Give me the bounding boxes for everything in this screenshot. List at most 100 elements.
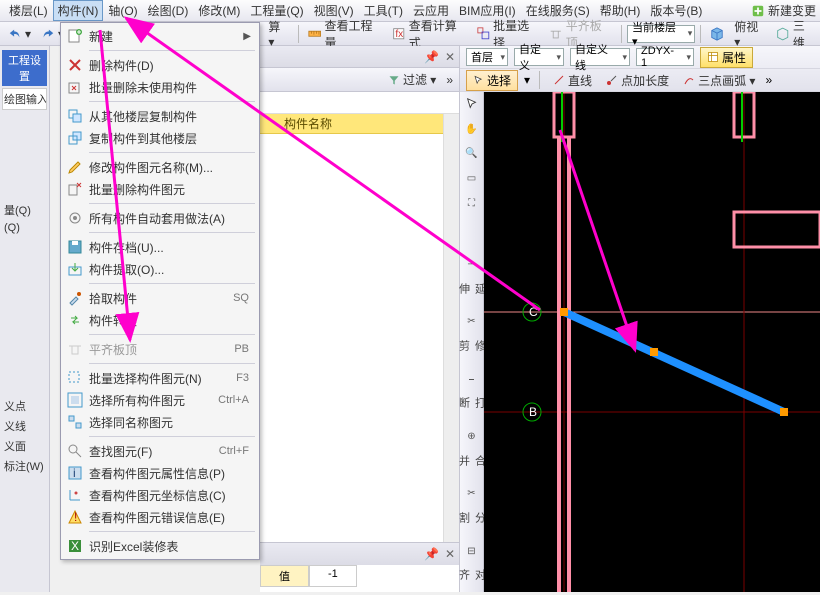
left-row-q1[interactable]: 量(Q) (2, 200, 47, 220)
panel-header: 📌 ✕ (260, 46, 459, 68)
svg-text:i: i (73, 466, 76, 480)
custom-dropdown[interactable]: 自定义 (514, 48, 564, 66)
component-list-panel: 📌 ✕ 过滤 ▾ » 构件名称 📌 ✕ 值 -1 (260, 46, 460, 592)
cm-batch-del-el[interactable]: 批量删除构件图元 (63, 178, 257, 200)
close-icon-2[interactable]: ✕ (445, 547, 455, 561)
select-multi-icon (477, 27, 490, 41)
vt-cursor[interactable] (463, 96, 481, 113)
toolbar2-more[interactable]: » (765, 73, 772, 87)
zdyx-dropdown[interactable]: ZDYX-1 (636, 48, 694, 66)
pin-icon-2[interactable]: 📌 (424, 547, 439, 561)
convert-icon (67, 312, 83, 328)
batch-delete-icon (67, 79, 83, 95)
cube-icon-btn[interactable] (706, 26, 728, 42)
vt-extend-label[interactable]: 延伸 (456, 283, 488, 304)
vt-align-label[interactable]: 对齐 (456, 569, 488, 590)
vt-break-label[interactable]: 打断 (456, 397, 488, 418)
drawing-canvas[interactable]: B C (484, 92, 820, 592)
line-tool-button[interactable]: 直线 (549, 71, 596, 90)
undo-button[interactable]: ▾ (4, 26, 35, 42)
info-icon: i (67, 465, 83, 481)
prop-tab-2[interactable]: -1 (309, 565, 357, 587)
menu-axis[interactable]: 轴(O) (103, 0, 142, 21)
svg-text:C: C (529, 305, 538, 319)
delete-icon (67, 57, 83, 73)
column-header-name[interactable]: 构件名称 (260, 114, 459, 134)
component-dropdown-menu: 新建▶ 删除构件(D) 批量删除未使用构件 从其他楼层复制构件 复制构件到其他楼… (60, 22, 260, 560)
select-tool-button[interactable]: 选择 (466, 70, 518, 91)
menu-version[interactable]: 版本号(B) (645, 0, 707, 21)
eyedropper-icon (67, 290, 83, 306)
left-row-annot[interactable]: 标注(W) (2, 456, 47, 476)
cm-save[interactable]: 构件存档(U)... (63, 236, 257, 258)
cm-level: 平齐板顶PB (63, 338, 257, 360)
cm-error[interactable]: !查看构件图元错误信息(E) (63, 506, 257, 528)
toolbar-extra[interactable]: » (446, 73, 453, 87)
vt-pan[interactable]: ✋ (463, 121, 481, 138)
cm-delete[interactable]: 删除构件(D) (63, 54, 257, 76)
excel-icon: X (67, 538, 83, 554)
left-panel: 工程设置 绘图输入 量(Q) (Q) 义点 义线 义面 标注(W) (0, 46, 50, 592)
cm-find[interactable]: 查找图元(F)Ctrl+F (63, 440, 257, 462)
menu-component[interactable]: 构件(N) (53, 0, 104, 21)
pin-icon[interactable]: 📌 (424, 50, 439, 64)
left-row-line[interactable]: 义线 (2, 416, 47, 436)
menu-modify[interactable]: 修改(M) (193, 0, 245, 21)
select-same-icon (67, 414, 83, 430)
extract-icon (67, 261, 83, 277)
customline-dropdown[interactable]: 自定义线 (570, 48, 630, 66)
vt-zoom[interactable]: 🔍 (463, 146, 481, 163)
cm-copy-to[interactable]: 复制构件到其他楼层 (63, 127, 257, 149)
cm-coord[interactable]: 查看构件图元坐标信息(C) (63, 484, 257, 506)
plus-icon (751, 4, 765, 18)
cm-batch-sel[interactable]: 批量选择构件图元(N)F3 (63, 367, 257, 389)
edit-icon (67, 159, 83, 175)
copy-down-icon (67, 108, 83, 124)
gear-icon (67, 210, 83, 226)
cm-pick[interactable]: 拾取构件SQ (63, 287, 257, 309)
ruler-icon (308, 27, 321, 41)
vt-split-label[interactable]: 分割 (456, 512, 488, 533)
search-icon (67, 443, 83, 459)
cm-sel-same[interactable]: 选择同名称图元 (63, 411, 257, 433)
vt-rect[interactable]: ▭ (463, 170, 481, 187)
point-length-button[interactable]: 点加长度 (602, 71, 673, 90)
cm-excel[interactable]: X识别Excel装修表 (63, 535, 257, 557)
formula-icon: fx (392, 27, 405, 41)
property-button[interactable]: 属性 (700, 47, 753, 68)
left-row-face[interactable]: 义面 (2, 436, 47, 456)
vertical-toolbar: ✋ 🔍 ▭ ⛶ ─ 延伸 ✂ 修剪 ⎯ 打断 ⊕ 合并 ✂ 分割 ⊟ 对齐 (460, 92, 484, 592)
left-row-draw-input[interactable]: 绘图输入 (2, 88, 47, 110)
cm-batch-delete[interactable]: 批量删除未使用构件 (63, 76, 257, 98)
cm-extract[interactable]: 构件提取(O)... (63, 258, 257, 280)
left-row-point[interactable]: 义点 (2, 396, 47, 416)
menu-floor[interactable]: 楼层(L) (4, 0, 53, 21)
current-floor-dropdown[interactable]: 当前楼层 ▾ (627, 25, 695, 43)
svg-text:X: X (71, 539, 79, 553)
cm-auto-apply[interactable]: 所有构件自动套用做法(A) (63, 207, 257, 229)
left-header[interactable]: 工程设置 (2, 50, 47, 86)
cm-rename[interactable]: 修改构件图元名称(M)... (63, 156, 257, 178)
cm-copy-from[interactable]: 从其他楼层复制构件 (63, 105, 257, 127)
cm-new[interactable]: 新建▶ (63, 25, 257, 47)
cm-sel-all[interactable]: 选择所有构件图元Ctrl+A (63, 389, 257, 411)
cm-prop[interactable]: i查看构件图元属性信息(P) (63, 462, 257, 484)
filter-button[interactable]: 过滤 ▾ (384, 70, 440, 89)
scrollbar-vertical[interactable] (443, 114, 459, 542)
select-all-icon (67, 392, 83, 408)
left-row-q2[interactable]: (Q) (2, 220, 47, 236)
vt-trim-label[interactable]: 修剪 (456, 340, 488, 361)
arc-tool-button[interactable]: 三点画弧 ▾ (679, 71, 759, 90)
save-icon (67, 239, 83, 255)
component-tree[interactable] (260, 176, 459, 542)
vt-fit[interactable]: ⛶ (463, 195, 481, 212)
prop-tab-value[interactable]: 值 (260, 565, 309, 587)
floor-dropdown[interactable]: 首层 (466, 48, 508, 66)
cm-convert[interactable]: 构件转换 (63, 309, 257, 331)
menu-draw[interactable]: 绘图(D) (143, 0, 194, 21)
level2-icon (67, 341, 83, 357)
vt-merge-label[interactable]: 合并 (456, 455, 488, 476)
warning-icon: ! (67, 509, 83, 525)
canvas-toolbar-2: 选择 ▾ 直线 点加长度 三点画弧 ▾ » (460, 69, 820, 92)
close-icon[interactable]: ✕ (445, 50, 455, 64)
